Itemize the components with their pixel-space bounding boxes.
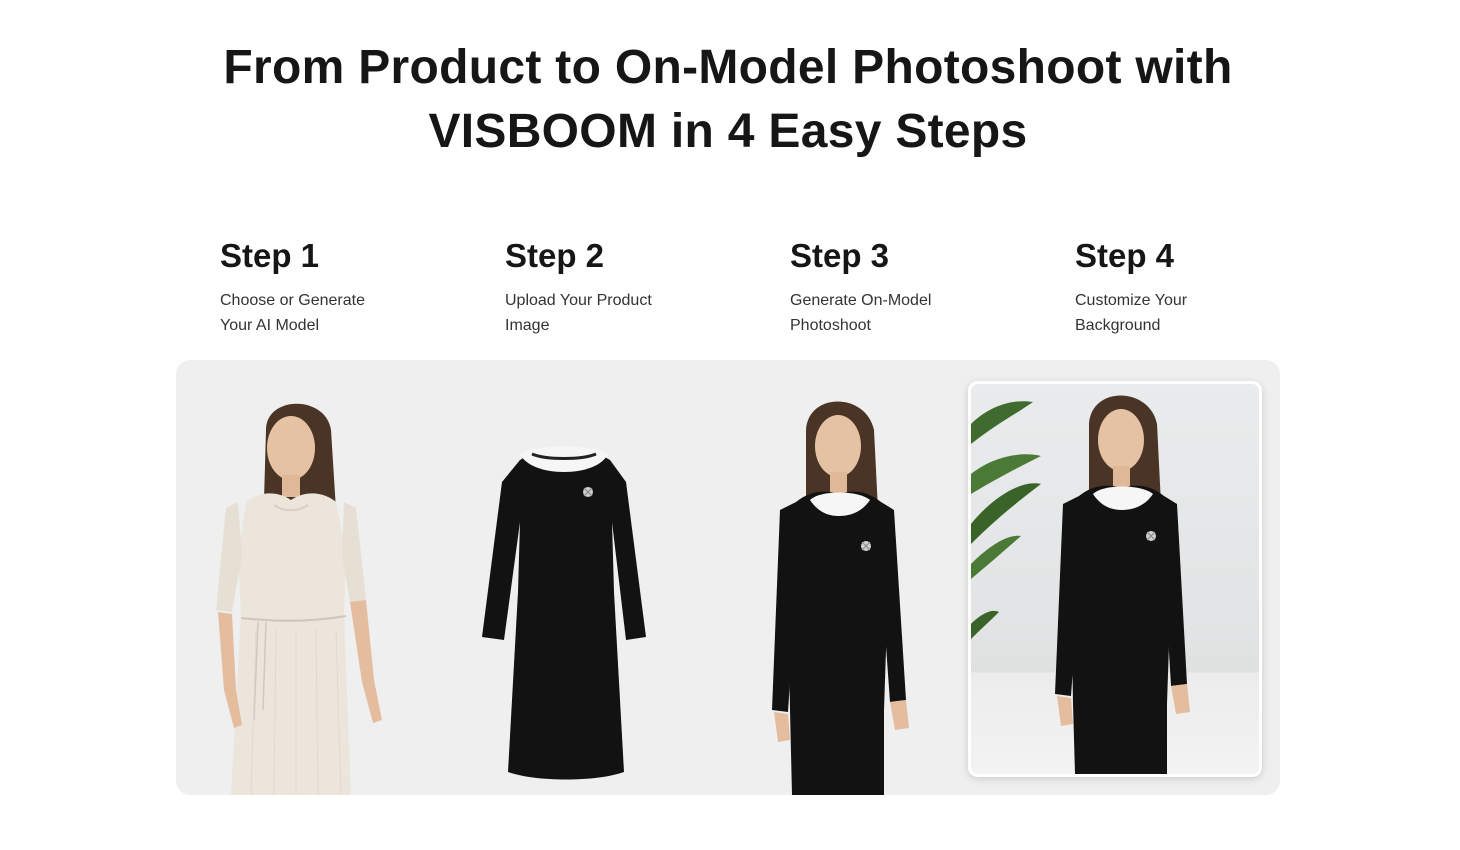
step-4-title: Step 4 <box>1075 237 1175 274</box>
step-1: Step 1 Choose or Generate Your AI Model <box>220 236 440 338</box>
model-with-plant-background-image <box>971 395 1190 774</box>
model-in-cream-dress-image <box>216 403 382 795</box>
step-3-title: Step 3 <box>790 237 890 274</box>
page-title: From Product to On-Model Photoshoot with… <box>0 36 1456 164</box>
step-4-result-card <box>968 381 1262 777</box>
step-4: Step 4 Customize Your Background <box>1075 236 1295 338</box>
page-title-line-2: VISBOOM in 4 Easy Steps <box>428 105 1028 158</box>
step-1-description-line-1: Choose or Generate <box>220 292 365 309</box>
step-2-description-line-1: Upload Your Product <box>505 292 652 309</box>
step-1-description-line-2: Your AI Model <box>220 317 320 334</box>
model-in-black-dress-image <box>772 401 909 795</box>
black-dress-product-image <box>482 446 646 780</box>
step-3: Step 3 Generate On-Model Photoshoot <box>790 236 1010 338</box>
step-3-description: Generate On-Model Photoshoot <box>790 288 960 338</box>
palm-leaves-icon <box>971 401 1041 639</box>
page: From Product to On-Model Photoshoot with… <box>0 0 1460 850</box>
step-4-description-line-2: Background <box>1075 317 1161 334</box>
step-1-title: Step 1 <box>220 237 320 274</box>
step-3-description-line-2: Photoshoot <box>790 317 871 334</box>
step-4-description-line-1: Customize Your <box>1075 292 1188 309</box>
page-title-line-1: From Product to On-Model Photoshoot with <box>223 41 1233 94</box>
step-3-description-line-1: Generate On-Model <box>790 292 932 309</box>
steps-showcase-panel <box>176 360 1280 795</box>
step-2-title: Step 2 <box>505 237 605 274</box>
step-2-description-line-2: Image <box>505 317 550 334</box>
step-1-description: Choose or Generate Your AI Model <box>220 288 390 338</box>
step-2: Step 2 Upload Your Product Image <box>505 236 725 338</box>
step-4-description: Customize Your Background <box>1075 288 1245 338</box>
step-2-description: Upload Your Product Image <box>505 288 675 338</box>
